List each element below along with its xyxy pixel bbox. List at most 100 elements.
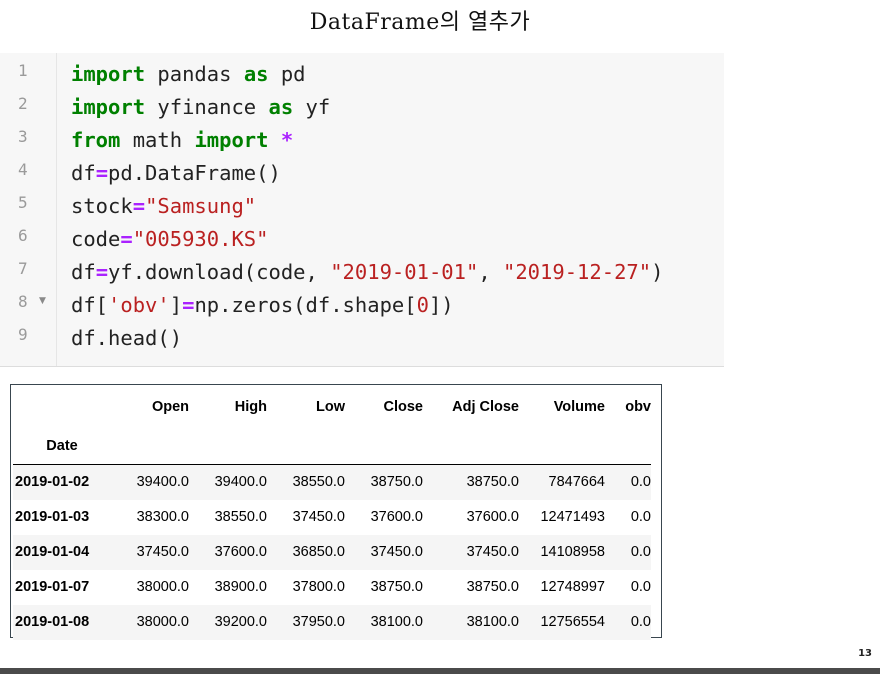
table-cell: 0.0 [630, 579, 651, 595]
row-index-date: 2019-01-08 [15, 614, 90, 630]
code-line[interactable]: 4 df=pd.DataFrame() [0, 157, 724, 190]
column-header: High [234, 399, 267, 415]
code-line[interactable]: 8 ▼ df['obv']=np.zeros(df.shape[0]) [0, 289, 724, 322]
table-cell: 0.0 [630, 474, 651, 491]
code-token: 0 [416, 293, 429, 317]
table-cell: 37450.0 [370, 544, 423, 560]
column-header: Open [151, 399, 189, 415]
code-token: "Samsung" [145, 194, 257, 218]
column-header: Adj Close [452, 399, 519, 415]
code-line[interactable]: 7 df=yf.download(code, "2019-01-01", "201… [0, 256, 724, 289]
table-cell: 38750.0 [370, 474, 423, 491]
table-cell: 39400.0 [136, 474, 189, 491]
table-cell: 37450.0 [466, 544, 519, 560]
code-token: df[ [71, 293, 109, 317]
code-token: "2019-01-01" [330, 260, 479, 284]
code-token: import [71, 95, 146, 119]
index-row-blank [519, 428, 605, 465]
table-cell: 38750.0 [370, 579, 423, 595]
chevron-down-icon[interactable]: ▼ [39, 296, 46, 306]
code-text: df=yf.download(code, "2019-01-01", "2019… [71, 260, 663, 284]
code-text: stock="Samsung" [71, 194, 256, 218]
column-header: Low [316, 399, 345, 415]
line-number: 5 [18, 193, 28, 212]
table-cell: 37600.0 [466, 509, 519, 525]
code-token: import [194, 128, 269, 152]
code-token: yf [293, 95, 331, 119]
code-token: pd.DataFrame() [108, 161, 281, 185]
table-cell: 7847664 [548, 474, 605, 491]
code-token: from [71, 128, 121, 152]
table-cell: 38000.0 [136, 614, 189, 630]
index-name-row: Date [13, 428, 651, 465]
table-cell: 0.0 [630, 544, 651, 560]
table-cell: 39200.0 [214, 614, 267, 630]
table-cell: 37950.0 [292, 614, 345, 630]
table-cell: 12756554 [540, 614, 605, 630]
code-token: df [71, 161, 96, 185]
table-cell: 36850.0 [292, 544, 345, 560]
table-row: 2019-01-07 38000.0 38900.0 37800.0 38750.0 38… [13, 570, 651, 605]
code-line[interactable]: 9 df.head() [0, 322, 724, 355]
code-line[interactable]: 6 code="005930.KS" [0, 223, 724, 256]
code-token: = [132, 194, 146, 218]
line-number: 9 [18, 325, 28, 344]
line-number: 4 [18, 160, 28, 179]
code-text: import pandas as pd [71, 62, 306, 86]
row-index-date: 2019-01-07 [15, 579, 90, 595]
code-text: df['obv']=np.zeros(df.shape[0]) [71, 293, 454, 317]
code-token: , [478, 260, 503, 284]
table-cell: 12748997 [540, 579, 605, 595]
table-cell: 0.0 [630, 509, 651, 525]
code-line[interactable]: 3 from math import * [0, 124, 724, 157]
code-line[interactable]: 5 stock="Samsung" [0, 190, 724, 223]
row-index-date: 2019-01-03 [15, 509, 90, 525]
table-cell: 37800.0 [292, 579, 345, 595]
code-token: = [95, 260, 109, 284]
line-number: 2 [18, 94, 28, 113]
code-token: yf.download(code, [108, 260, 331, 284]
code-text: df=pd.DataFrame() [71, 161, 281, 185]
table-cell: 38550.0 [214, 509, 267, 525]
code-text: df.head() [71, 326, 182, 350]
dataframe-output: Open High Low Close Adj Close Volume obv… [10, 384, 662, 640]
dataframe-body: 2019-01-02 39400.0 39400.0 38550.0 38750.0 38… [13, 464, 651, 640]
code-token: code [71, 227, 121, 251]
table-cell: 38900.0 [214, 579, 267, 595]
table-cell: 38100.0 [370, 614, 423, 630]
code-token: stock [71, 194, 133, 218]
table-cell: 38300.0 [136, 509, 189, 525]
slide-title: DataFrame의 열추가 [309, 10, 531, 35]
code-line[interactable]: 1 import pandas as pd [0, 58, 724, 91]
table-cell: 12471493 [540, 509, 605, 525]
index-row-blank [267, 428, 345, 465]
page-number: 13 [858, 648, 872, 659]
code-token: math [120, 128, 195, 152]
code-token: ] [169, 293, 183, 317]
dataframe-table: Open High Low Close Adj Close Volume obv… [13, 399, 651, 640]
index-row-blank [111, 428, 189, 465]
index-row-blank [189, 428, 267, 465]
code-line[interactable]: 2 import yfinance as yf [0, 91, 724, 124]
code-token: as [268, 95, 294, 119]
code-editor[interactable]: 1 import pandas as pd 2 import yfinance as … [0, 53, 724, 367]
table-cell: 38550.0 [292, 474, 345, 491]
line-number: 3 [18, 127, 28, 146]
row-index-date: 2019-01-04 [15, 544, 90, 560]
code-token: pandas [145, 62, 244, 86]
column-header: Volume [553, 399, 605, 415]
code-text: import yfinance as yf [71, 95, 330, 119]
column-header: obv [625, 399, 651, 415]
code-token: import [71, 62, 146, 86]
table-cell: 38100.0 [466, 614, 519, 630]
code-token: ]) [428, 293, 454, 317]
table-row: 2019-01-02 39400.0 39400.0 38550.0 38750.0 38… [13, 464, 651, 500]
table-row: 2019-01-04 37450.0 37600.0 36850.0 37450.0 37… [13, 534, 651, 570]
code-token: as [243, 62, 269, 86]
line-number: 6 [18, 226, 28, 245]
code-text: from math import * [71, 128, 293, 152]
code-token: ) [651, 260, 664, 284]
table-cell: 0.0 [630, 614, 651, 630]
table-cell: 39400.0 [214, 474, 267, 491]
